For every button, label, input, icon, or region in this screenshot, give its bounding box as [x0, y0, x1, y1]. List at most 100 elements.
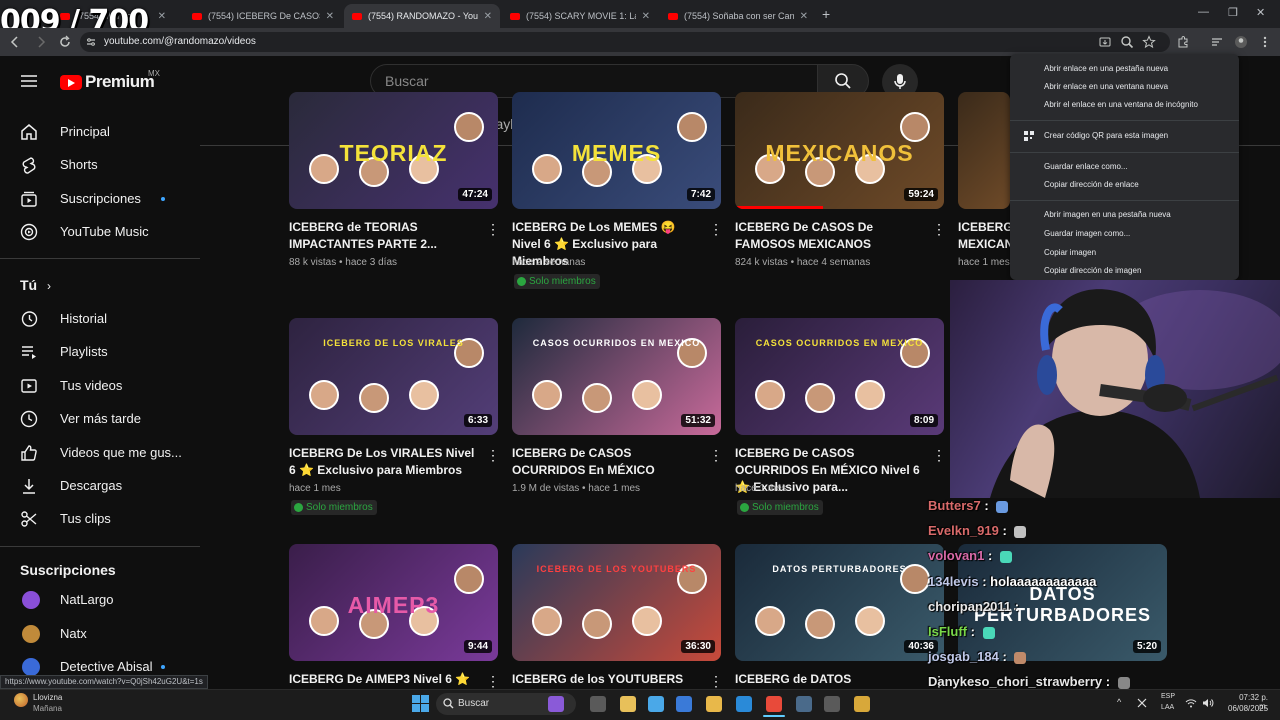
tray-chevron-icon[interactable]: ^	[1117, 697, 1121, 707]
tab-close-icon[interactable]: ✕	[326, 11, 334, 22]
app-icon[interactable]	[854, 696, 870, 712]
teams-icon[interactable]	[676, 696, 692, 712]
widget-icon[interactable]	[620, 696, 636, 712]
context-menu-item[interactable]: Guardar imagen como...	[1044, 229, 1130, 238]
sidebar-you-item-4[interactable]: Videos que me gus...	[0, 436, 200, 469]
menu-separator	[1010, 152, 1239, 153]
context-menu-item[interactable]: Abrir enlace en una pestaña nueva	[1044, 64, 1168, 73]
sidebar-item-1[interactable]: Shorts	[0, 148, 200, 181]
minimize-button[interactable]: —	[1198, 6, 1209, 18]
video-thumbnail[interactable]: CASOS OCURRIDOS EN MEXICO 51:32	[512, 318, 721, 435]
reading-list-icon[interactable]	[1210, 35, 1224, 49]
chrome-icon[interactable]	[766, 696, 782, 712]
wifi-icon[interactable]	[1185, 698, 1197, 708]
reload-icon[interactable]	[58, 35, 72, 49]
tab-close-icon[interactable]: ✕	[800, 11, 808, 22]
video-title[interactable]: ICEBERG De CASOS De FAMOSOS MEXICANOS	[735, 219, 925, 253]
windows-start-icon[interactable]	[412, 695, 429, 712]
video-thumbnail[interactable]: ICEBERG DE LOS YOUTUBERS 36:30	[512, 544, 721, 661]
sidebar-you-item-3[interactable]: Ver más tarde	[0, 402, 200, 435]
weather-label: Llovizna	[33, 693, 63, 702]
sidebar-item-2[interactable]: Suscripciones	[0, 182, 200, 215]
bookmark-star-icon[interactable]	[1142, 35, 1156, 49]
hamburger-menu-icon[interactable]	[20, 72, 38, 90]
extensions-icon[interactable]	[1176, 35, 1190, 49]
browser-tab[interactable]: (7554) RANDOMAZO - YouTub ✕	[344, 4, 500, 28]
context-menu-item[interactable]: Guardar enlace como...	[1044, 162, 1128, 171]
video-title[interactable]: ICEBERG de los YOUTUBERS	[512, 671, 702, 688]
context-menu-item[interactable]: Copiar dirección de enlace	[1044, 180, 1139, 189]
video-title[interactable]: ICEBERG De AIMEP3 Nivel 6 ⭐	[289, 671, 479, 688]
tab-close-icon[interactable]: ✕	[642, 11, 650, 22]
video-thumbnail[interactable]: ICEBERG DE LOS VIRALES 6:33	[289, 318, 498, 435]
file-explorer-icon[interactable]	[706, 696, 722, 712]
tray-app-icon[interactable]	[1136, 697, 1148, 709]
task-view-icon[interactable]	[590, 696, 606, 712]
site-info-icon[interactable]	[86, 37, 96, 47]
subscription-channel[interactable]: NatLargo	[0, 583, 200, 616]
browser-tab[interactable]: (7554) ICEBERG De CASOS De F ✕	[184, 4, 342, 28]
maximize-button[interactable]: ❐	[1228, 6, 1238, 19]
weather-icon[interactable]	[14, 693, 28, 707]
volume-icon[interactable]	[1202, 698, 1214, 708]
forward-icon[interactable]	[34, 35, 48, 49]
video-thumbnail-partial[interactable]	[958, 92, 1010, 209]
install-app-icon[interactable]	[1098, 35, 1112, 49]
video-menu-icon[interactable]: ⋮	[709, 447, 723, 464]
context-menu-item[interactable]: Abrir enlace en una ventana nueva	[1044, 82, 1168, 91]
new-tab-button[interactable]: +	[822, 6, 830, 22]
video-title[interactable]: ICEBERG de TEORIAS IMPACTANTES PARTE 2..…	[289, 219, 479, 253]
app-icon[interactable]	[796, 696, 812, 712]
video-menu-icon[interactable]: ⋮	[709, 221, 723, 238]
members-icon	[517, 277, 526, 286]
close-window-button[interactable]: ✕	[1256, 6, 1265, 19]
context-menu-item[interactable]: Copiar imagen	[1044, 248, 1096, 257]
sidebar-you-item-1[interactable]: Playlists	[0, 335, 200, 368]
video-title[interactable]: ICEBERG MEXICAN	[958, 219, 1010, 253]
browser-tab[interactable]: (7554) Soñaba con ser Cantant ✕	[660, 4, 816, 28]
profile-avatar-icon[interactable]	[1234, 35, 1248, 49]
sidebar-you-item-2[interactable]: Tus videos	[0, 369, 200, 402]
browser-tab[interactable]: (7554) SCARY MOVIE 1: La Paro ✕	[502, 4, 658, 28]
chat-message: IsFluff :	[928, 624, 995, 639]
video-menu-icon[interactable]: ⋮	[486, 673, 500, 690]
back-icon[interactable]	[8, 35, 22, 49]
copilot-icon[interactable]	[548, 696, 564, 712]
video-menu-icon[interactable]: ⋮	[932, 447, 946, 464]
sidebar-item-0[interactable]: Principal	[0, 115, 200, 148]
sidebar-item-3[interactable]: YouTube Music	[0, 215, 200, 248]
video-thumbnail[interactable]: AIMEP3 9:44	[289, 544, 498, 661]
edge-icon[interactable]	[736, 696, 752, 712]
video-title[interactable]: ICEBERG De Los VIRALES Nivel 6 ⭐ Exclusi…	[289, 445, 479, 479]
tab-close-icon[interactable]: ✕	[484, 11, 492, 22]
context-menu-item[interactable]: Abrir imagen en una pestaña nueva	[1044, 210, 1171, 219]
tab-close-icon[interactable]: ✕	[158, 11, 166, 22]
address-bar[interactable]: youtube.com/@randomazo/videos	[80, 32, 1170, 52]
video-title[interactable]: ICEBERG De CASOS OCURRIDOS En MÉXICO	[512, 445, 702, 479]
video-thumbnail[interactable]: DATOS PERTURBADORES 40:36	[735, 544, 944, 661]
video-title[interactable]: ICEBERG de DATOS	[735, 671, 925, 688]
video-thumbnail[interactable]: TEORIAZ 47:24	[289, 92, 498, 209]
subscription-channel[interactable]: Natx	[0, 617, 200, 650]
sidebar-you-item-6[interactable]: Tus clips	[0, 502, 200, 535]
video-menu-icon[interactable]: ⋮	[932, 221, 946, 238]
sidebar-you-item-5[interactable]: Descargas	[0, 469, 200, 502]
sidebar-you-item-0[interactable]: Historial	[0, 302, 200, 335]
store-icon[interactable]	[648, 696, 664, 712]
video-menu-icon[interactable]: ⋮	[709, 673, 723, 690]
video-thumbnail[interactable]: MEMES 7:42	[512, 92, 721, 209]
video-menu-icon[interactable]: ⋮	[486, 447, 500, 464]
keyboard-language[interactable]: ESP	[1161, 693, 1175, 700]
context-menu-item[interactable]: Copiar dirección de imagen	[1044, 266, 1141, 275]
context-menu-item[interactable]: Crear código QR para esta imagen	[1044, 131, 1168, 140]
video-menu-icon[interactable]: ⋮	[486, 221, 500, 238]
zoom-icon[interactable]	[1120, 35, 1134, 49]
browser-menu-icon[interactable]	[1258, 35, 1272, 49]
obs-icon[interactable]	[824, 696, 840, 712]
video-thumbnail[interactable]: MEXICANOS 59:24	[735, 92, 944, 209]
sidebar-you-heading[interactable]: Tú ›	[20, 277, 51, 293]
context-menu-item[interactable]: Abrir el enlace en una ventana de incógn…	[1044, 100, 1198, 109]
thumbnail-face	[582, 383, 612, 413]
video-thumbnail[interactable]: CASOS OCURRIDOS EN MEXICO 8:09	[735, 318, 944, 435]
youtube-premium-logo[interactable]: Premium MX	[60, 69, 160, 92]
